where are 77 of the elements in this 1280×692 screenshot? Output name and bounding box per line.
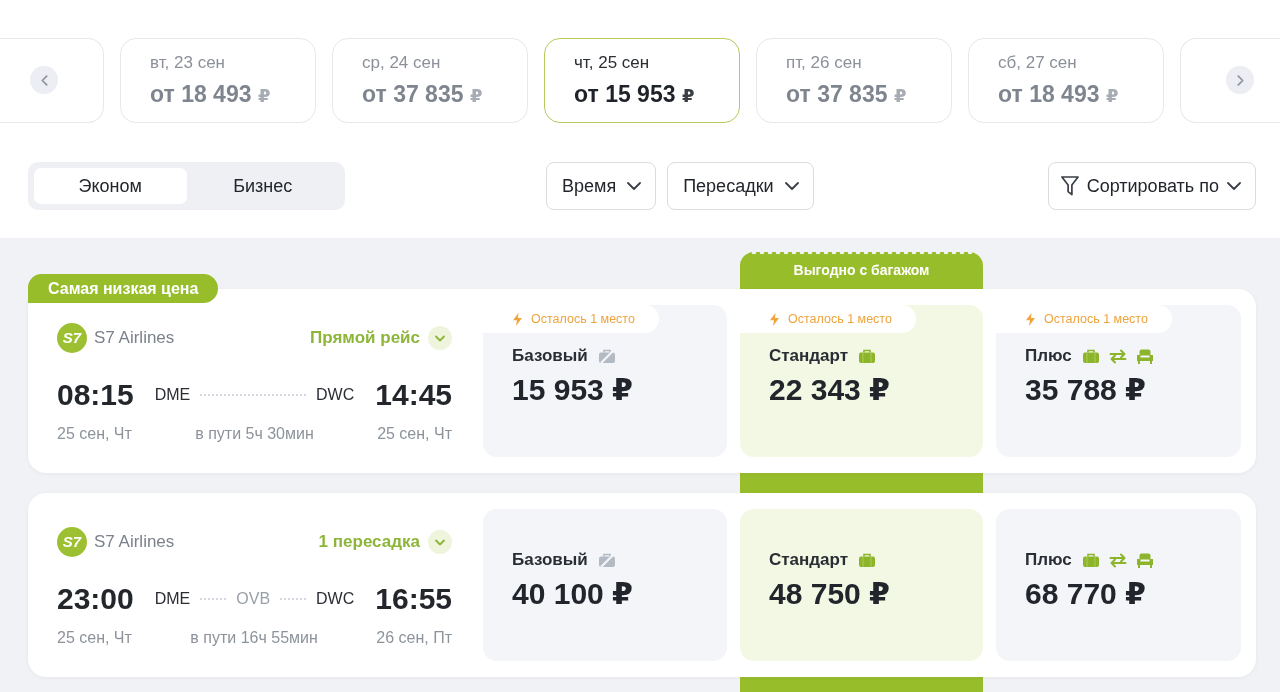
- route-line: [200, 598, 227, 600]
- departure-date: 25 сен, Чт: [57, 424, 132, 444]
- no-baggage-icon: [598, 553, 615, 567]
- fare-price: 35 788 ₽: [1025, 372, 1147, 408]
- seats-left-text: Осталось 1 место: [788, 312, 892, 326]
- travel-duration: в пути 16ч 55мин: [190, 628, 318, 648]
- armchair-icon: [1136, 348, 1153, 364]
- date-card[interactable]: чт, 25 сен от 15 953 ₽: [544, 38, 740, 123]
- lowest-price-badge: Самая низкая цена: [28, 274, 219, 303]
- travel-duration: в пути 5ч 30мин: [195, 424, 314, 444]
- chevron-down-icon: [627, 182, 642, 190]
- route-line: [280, 598, 307, 600]
- fare-card[interactable]: Осталось 1 место Базовый 15 953 ₽: [483, 305, 727, 457]
- stopover-airport: OVB: [236, 590, 271, 608]
- fare-price: 68 770 ₽: [1025, 576, 1147, 612]
- sort-dropdown[interactable]: Сортировать по: [1047, 162, 1256, 210]
- arrival-date: 26 сен, Пт: [376, 628, 452, 648]
- airport-code: DME: [154, 590, 191, 608]
- airport-code: DWC: [316, 590, 355, 608]
- date-card[interactable]: сб, 27 сен от 18 493 ₽: [968, 38, 1164, 123]
- airport-code: DME: [154, 386, 191, 404]
- fare-card[interactable]: Осталось 1 место Плюс 35 788 ₽: [996, 305, 1241, 457]
- filter-dropdown[interactable]: Время: [546, 162, 657, 210]
- chevron-down-icon: [1227, 182, 1241, 190]
- exchange-arrows-icon: [1108, 348, 1127, 364]
- departure-time: 23:00: [57, 581, 134, 617]
- date-card[interactable]: [1180, 38, 1280, 123]
- fare-card[interactable]: Плюс 68 770 ₽: [996, 509, 1241, 661]
- fare-card[interactable]: Базовый 40 100 ₽: [483, 509, 727, 661]
- filter-funnel-icon: [1060, 176, 1079, 196]
- fare-price: 15 953 ₽: [512, 372, 634, 408]
- suitcase-icon: [1082, 553, 1099, 567]
- chevron-down-icon: [428, 530, 452, 554]
- fare-name: Плюс: [1025, 550, 1072, 570]
- date-card[interactable]: пт, 26 сен от 37 835 ₽: [756, 38, 952, 123]
- departure-time: 08:15: [57, 377, 134, 413]
- fare-name: Плюс: [1025, 346, 1072, 366]
- fare-name: Стандарт: [769, 346, 849, 366]
- arrival-time: 16:55: [375, 581, 452, 617]
- suitcase-icon: [859, 349, 876, 363]
- chevron-down-icon: [428, 326, 452, 350]
- date-card[interactable]: [0, 38, 104, 123]
- airline-name: S7 Airlines: [94, 328, 175, 348]
- featured-column-label: Выгодно с багажом: [793, 262, 930, 279]
- airport-code: DWC: [316, 386, 355, 404]
- arrival-time: 14:45: [375, 377, 452, 413]
- cabin-tab[interactable]: Бизнес: [186, 168, 339, 204]
- departure-date: 25 сен, Чт: [57, 628, 132, 648]
- airline-name: S7 Airlines: [94, 532, 175, 552]
- arrival-date: 25 сен, Чт: [377, 424, 452, 444]
- fare-price: 48 750 ₽: [769, 576, 891, 612]
- lightning-icon: [1026, 312, 1035, 326]
- armchair-icon: [1136, 552, 1153, 568]
- seats-left-text: Осталось 1 место: [531, 312, 635, 326]
- airline-logo: S7: [57, 527, 87, 557]
- suitcase-icon: [859, 553, 876, 567]
- filter-dropdown[interactable]: Пересадки: [667, 162, 814, 210]
- exchange-arrows-icon: [1108, 552, 1127, 568]
- fare-name: Стандарт: [769, 550, 849, 570]
- fare-name: Базовый: [512, 346, 588, 366]
- fare-card[interactable]: Стандарт 48 750 ₽: [740, 509, 983, 661]
- date-card[interactable]: ср, 24 сен от 37 835 ₽: [332, 38, 528, 123]
- fare-price: 40 100 ₽: [512, 576, 634, 612]
- seats-left-text: Осталось 1 место: [1044, 312, 1148, 326]
- fare-name: Базовый: [512, 550, 588, 570]
- lightning-icon: [513, 312, 522, 326]
- fare-card[interactable]: Осталось 1 место Стандарт 22 343 ₽: [740, 305, 983, 457]
- chevron-down-icon: [784, 182, 799, 190]
- airline-logo: S7: [57, 323, 87, 353]
- date-card[interactable]: вт, 23 сен от 18 493 ₽: [120, 38, 316, 123]
- suitcase-icon: [1082, 349, 1099, 363]
- lightning-icon: [770, 312, 779, 326]
- no-baggage-icon: [598, 349, 615, 363]
- chevron-left-icon: [40, 74, 48, 86]
- cabin-tab[interactable]: Эконом: [34, 168, 187, 204]
- chevron-right-icon: [1236, 74, 1244, 86]
- fare-price: 22 343 ₽: [769, 372, 891, 408]
